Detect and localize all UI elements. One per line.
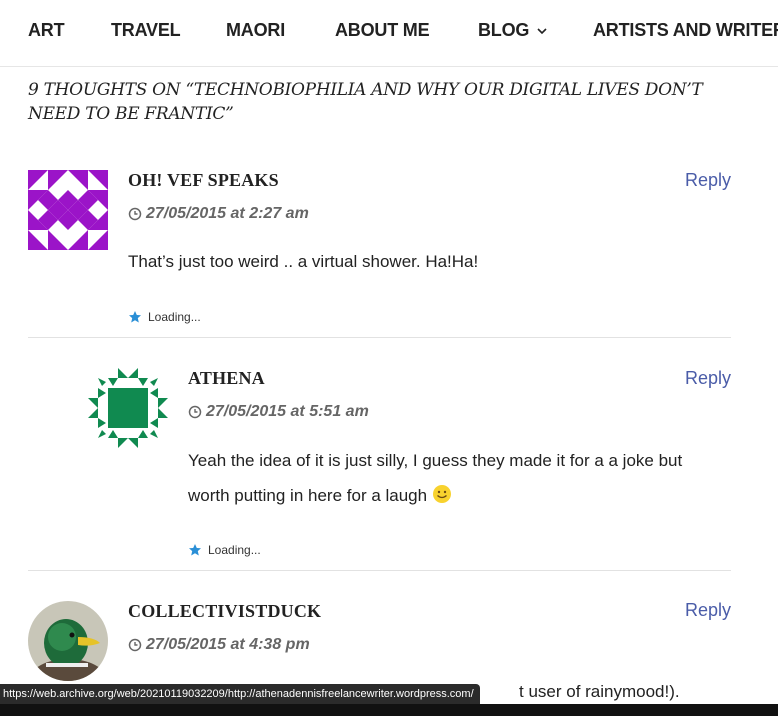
top-navigation: ART TRAVEL MAORI ABOUT ME BLOG ARTISTS A… xyxy=(0,0,778,67)
status-bar-url: https://web.archive.org/web/202101190322… xyxy=(0,684,480,704)
comment-author[interactable]: ATHENA xyxy=(188,368,265,389)
comment-date-label: 27/05/2015 at 5:51 am xyxy=(206,403,369,420)
comment-text-line: Yeah the idea of it is just silly, I gue… xyxy=(188,451,683,470)
comment-date[interactable]: 27/05/2015 at 5:51 am xyxy=(188,403,369,421)
like-widget: Loading... xyxy=(128,310,201,324)
comment-author[interactable]: COLLECTIVISTDUCK xyxy=(128,601,321,622)
comment-date[interactable]: 27/05/2015 at 4:38 pm xyxy=(128,636,310,654)
reply-link[interactable]: Reply xyxy=(685,368,731,389)
comment-text-line: worth putting in here for a laugh xyxy=(188,478,728,513)
comment-date-label: 27/05/2015 at 2:27 am xyxy=(146,205,309,222)
nav-item-blog-label: BLOG xyxy=(478,20,530,40)
comment-text: That’s just too weird .. a virtual showe… xyxy=(128,252,479,271)
avatar xyxy=(88,368,168,448)
nav-item-artists-and-writers[interactable]: ARTISTS AND WRITERS xyxy=(593,20,778,41)
nav-item-art[interactable]: ART xyxy=(28,20,65,41)
reply-link[interactable]: Reply xyxy=(685,600,731,621)
avatar xyxy=(28,170,108,250)
comment-text-line-label: worth putting in here for a laugh xyxy=(188,486,428,505)
reply-link[interactable]: Reply xyxy=(685,170,731,191)
likes-loading-text: Loading... xyxy=(148,310,201,324)
like-widget: Loading... xyxy=(188,543,261,557)
chevron-down-icon xyxy=(537,26,547,36)
clock-icon xyxy=(128,638,142,652)
comments-title: 9 thoughts on “Technobiophilia and why o… xyxy=(28,80,703,124)
clock-icon xyxy=(128,207,142,221)
avatar-duck-photo xyxy=(28,601,108,681)
comment-divider xyxy=(28,337,731,338)
comment-text: Yeah the idea of it is just silly, I gue… xyxy=(188,443,728,513)
taskbar-strip xyxy=(0,704,778,716)
nav-item-maori[interactable]: MAORI xyxy=(226,20,285,41)
likes-loading-text: Loading... xyxy=(208,543,261,557)
comment-author[interactable]: OH! VEF SPEAKS xyxy=(128,170,279,191)
nav-item-blog[interactable]: BLOG xyxy=(478,20,547,41)
nav-item-travel[interactable]: TRAVEL xyxy=(111,20,181,41)
nav-item-about-me[interactable]: ABOUT ME xyxy=(335,20,430,41)
clock-icon xyxy=(188,405,202,419)
star-icon xyxy=(189,544,201,556)
smiley-emoji-icon xyxy=(432,485,451,503)
comment-divider xyxy=(28,570,731,571)
comment-date-label: 27/05/2015 at 4:38 pm xyxy=(146,636,310,653)
star-icon xyxy=(129,311,141,323)
comment-date[interactable]: 27/05/2015 at 2:27 am xyxy=(128,205,309,223)
